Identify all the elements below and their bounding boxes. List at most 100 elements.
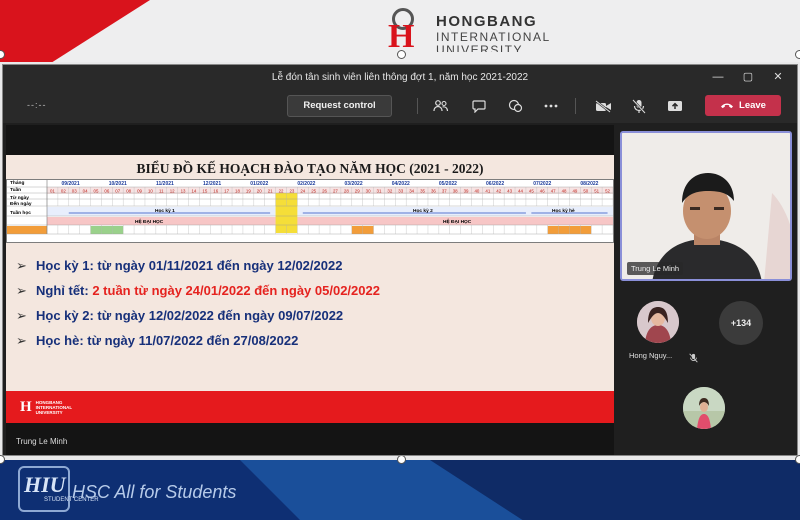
svg-text:04: 04 [83, 188, 88, 193]
svg-text:51: 51 [594, 188, 599, 193]
calendar-month-label: 09/2021 [61, 181, 80, 187]
more-icon[interactable] [541, 97, 561, 115]
hiu-logo-text: HIU [24, 472, 66, 497]
svg-text:50: 50 [583, 188, 588, 193]
calendar-month-label: 06/2022 [486, 181, 505, 187]
calendar-month-label: 10/2021 [108, 181, 127, 187]
list-item: ➢ Học hè: từ ngày 11/07/2022 đến 27/08/2… [16, 332, 299, 349]
reactions-icon[interactable] [505, 97, 525, 115]
meeting-toolbar: --:-- Request control Leave [3, 89, 797, 123]
arrow-bullet-icon: ➢ [16, 307, 27, 323]
meeting-timer: --:-- [27, 100, 47, 110]
calendar-month-label: 02/2022 [297, 181, 316, 187]
chat-icon[interactable] [469, 97, 489, 115]
slide-footer-bar: H HONGBANG INTERNATIONAL UNIVERSITY [6, 391, 614, 423]
more-participants-badge[interactable]: +134 [719, 301, 763, 345]
resize-handle[interactable] [397, 455, 406, 464]
request-control-button[interactable]: Request control [287, 95, 392, 117]
hongbang-emblem-icon: H [384, 8, 428, 54]
leave-button[interactable]: Leave [705, 95, 781, 116]
resize-handle[interactable] [795, 50, 800, 59]
resize-handle[interactable] [795, 455, 800, 464]
participant-name: Hong Nguy... [629, 351, 673, 360]
maximize-button[interactable]: ▢ [733, 68, 763, 86]
svg-text:26: 26 [322, 188, 327, 193]
svg-text:32: 32 [387, 188, 392, 193]
leave-label: Leave [739, 100, 766, 111]
svg-text:01: 01 [50, 188, 55, 193]
svg-text:18: 18 [235, 188, 240, 193]
calendar-month-label: 04/2022 [391, 181, 410, 187]
speaker-video-tile[interactable]: Trung Le Minh [620, 131, 792, 281]
close-button[interactable]: ✕ [763, 68, 793, 86]
calendar-row-label: Đến ngày [10, 202, 32, 207]
svg-text:24: 24 [300, 188, 305, 193]
svg-text:33: 33 [398, 188, 403, 193]
svg-text:48: 48 [562, 188, 567, 193]
slide-footer-logo: H HONGBANG INTERNATIONAL UNIVERSITY [20, 399, 80, 416]
svg-text:47: 47 [551, 188, 556, 193]
arrow-bullet-icon: ➢ [16, 332, 27, 348]
resize-handle[interactable] [397, 50, 406, 59]
list-item: ➢ Học kỳ 1: từ ngày 01/11/2021 đến ngày … [16, 257, 343, 274]
svg-text:38: 38 [453, 188, 458, 193]
semester-label: Học kỳ hè [552, 209, 575, 214]
calendar-row-label: Từ ngày [10, 196, 29, 201]
list-item: ➢ Học kỳ 2: từ ngày 12/02/2022 đến ngày … [16, 307, 344, 324]
camera-off-icon[interactable] [593, 97, 613, 115]
avatar [637, 301, 679, 343]
calendar-row-label: Tuần [10, 188, 22, 193]
svg-text:22: 22 [279, 188, 284, 193]
svg-text:06: 06 [104, 188, 109, 193]
semester-label: Học kỳ 1 [155, 209, 175, 214]
svg-text:28: 28 [344, 188, 349, 193]
svg-text:25: 25 [311, 188, 316, 193]
presentation-slide: BIỂU ĐỒ KẾ HOẠCH ĐÀO TẠO NĂM HỌC (2021 -… [6, 155, 614, 423]
calendar-month-label: 03/2022 [344, 181, 363, 187]
svg-text:17: 17 [224, 188, 229, 193]
svg-text:16: 16 [213, 188, 218, 193]
svg-text:43: 43 [507, 188, 512, 193]
toolbar-divider [417, 98, 418, 114]
speaker-name-label: Trung Le Minh [627, 262, 684, 275]
calendar-month-label: 05/2022 [438, 181, 457, 187]
calendar-month-label: 07/2022 [533, 181, 552, 187]
minimize-button[interactable]: — [703, 68, 733, 86]
svg-text:45: 45 [529, 188, 534, 193]
avatar [683, 387, 725, 429]
svg-text:36: 36 [431, 188, 436, 193]
semester-label: Học kỳ 2 [413, 209, 433, 214]
mic-off-icon [689, 350, 698, 368]
hongbang-logo: H HONGBANG INTERNATIONAL UNIVERSITY [384, 8, 551, 54]
svg-text:39: 39 [464, 188, 469, 193]
slide-title: BIỂU ĐỒ KẾ HOẠCH ĐÀO TẠO NĂM HỌC (2021 -… [136, 161, 484, 176]
mic-off-icon[interactable] [629, 97, 649, 115]
participant-avatar[interactable] [683, 387, 725, 429]
svg-text:02: 02 [61, 188, 66, 193]
svg-text:07: 07 [115, 188, 120, 193]
svg-text:30: 30 [366, 188, 371, 193]
svg-text:12: 12 [170, 188, 175, 193]
svg-text:11: 11 [159, 188, 164, 193]
share-icon[interactable] [665, 97, 685, 115]
svg-text:46: 46 [540, 188, 545, 193]
schedule-list: ➢ Học kỳ 1: từ ngày 01/11/2021 đến ngày … [16, 253, 380, 353]
calendar-month-label: 11/2021 [156, 181, 174, 187]
svg-text:29: 29 [355, 188, 360, 193]
phone-hangup-icon [721, 103, 734, 109]
svg-text:37: 37 [442, 188, 447, 193]
slide-footer-logo-text: HONGBANG INTERNATIONAL UNIVERSITY [35, 400, 73, 415]
svg-text:19: 19 [246, 188, 251, 193]
people-icon[interactable] [431, 97, 451, 115]
svg-text:09: 09 [137, 188, 142, 193]
arrow-bullet-icon: ➢ [16, 282, 27, 298]
svg-text:42: 42 [496, 188, 501, 193]
window-titlebar: Lễ đón tân sinh viên liên thông đợt 1, n… [3, 65, 797, 89]
calendar-month-label: 08/2022 [580, 181, 599, 187]
calendar-band-label: HỆ ĐẠI HỌC [135, 220, 164, 225]
calendar-month-label: 01/2022 [250, 181, 269, 187]
svg-text:03: 03 [72, 188, 77, 193]
logo-line-university: UNIVERSITY [436, 44, 524, 52]
participant-avatar[interactable] [637, 301, 679, 343]
svg-text:35: 35 [420, 188, 425, 193]
